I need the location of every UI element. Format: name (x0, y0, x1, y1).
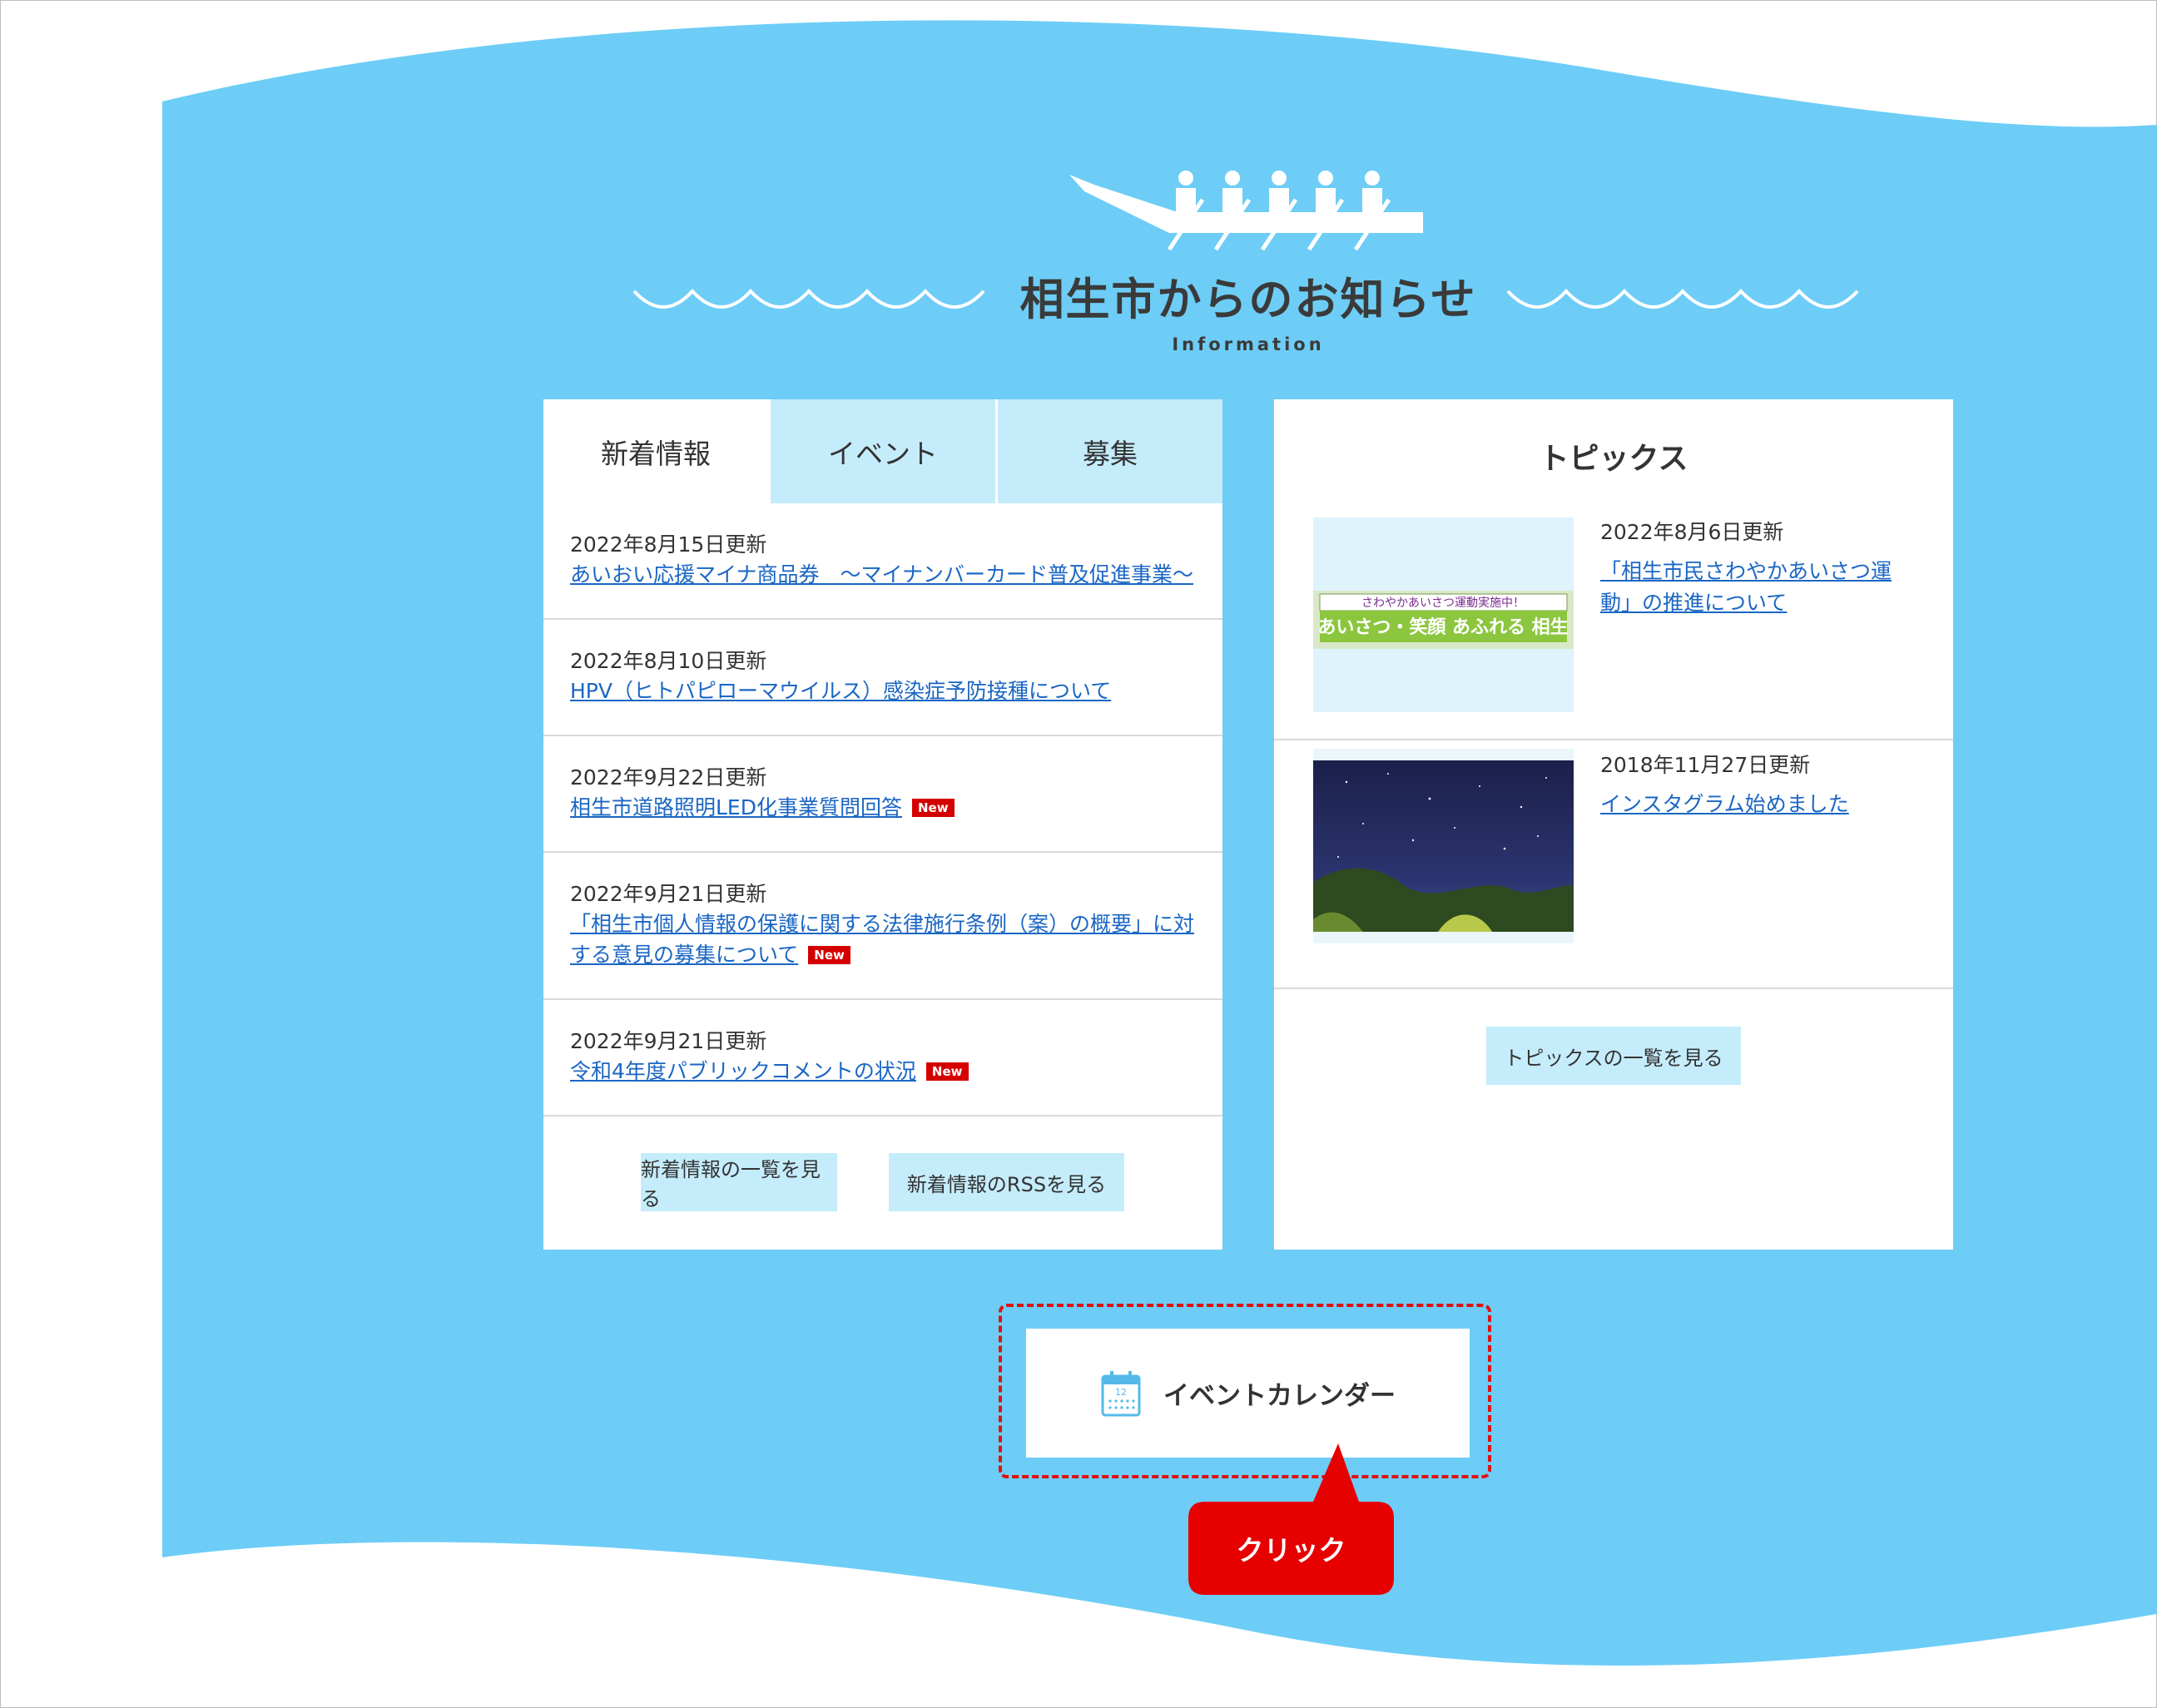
section-subtitle: Information (1172, 334, 1325, 354)
click-callout-label: クリック (1236, 1534, 1346, 1567)
news-list-button[interactable]: 新着情報の一覧を見る (641, 1153, 837, 1211)
news-link[interactable]: 相生市道路照明LED化事業質問回答 New (570, 792, 1202, 823)
news-link[interactable]: 「相生市個人情報の保護に関する法律施行条例（案）の概要」に対する意見の募集につい… (570, 908, 1202, 970)
topics-list-button[interactable]: トピックスの一覧を見る (1486, 1027, 1741, 1085)
new-badge: New (911, 799, 955, 817)
topics-title: トピックス (1539, 442, 1688, 476)
news-link-text[interactable]: あいおい応援マイナ商品券 ～マイナンバーカード普及促進事業～ (570, 562, 1193, 587)
new-badge: New (808, 946, 850, 964)
dragon-boat-icon (1069, 171, 1423, 251)
topic-link[interactable]: 「相生市民さわやかあいさつ運動」の推進について (1600, 556, 1917, 619)
news-item: 2022年9月22日更新 相生市道路照明LED化事業質問回答 New (543, 736, 1222, 853)
news-link-text[interactable]: HPV（ヒトパピローマウイルス）感染症予防接種について (570, 679, 1111, 703)
starry-sky-photo[interactable] (1313, 749, 1574, 943)
topic-item: さわやかあいさつ運動実施中！ あいさつ・笑顔 あふれる 相生 2022年8月6日… (1274, 516, 1953, 740)
news-link[interactable]: 令和4年度パブリックコメントの状況 New (570, 1056, 1202, 1087)
decorative-wave-left (632, 289, 985, 309)
topic-date: 2022年8月6日更新 (1600, 520, 1784, 544)
section-title: 相生市からのお知らせ (1019, 275, 1477, 325)
tab-events[interactable]: イベント (771, 399, 995, 503)
news-date: 2022年9月22日更新 (570, 765, 767, 790)
news-date: 2022年8月10日更新 (570, 649, 767, 673)
news-list: 2022年8月15日更新 あいおい応援マイナ商品券 ～マイナンバーカード普及促進… (543, 503, 1222, 1116)
calendar-icon: 12 (1101, 1370, 1141, 1416)
news-link-text[interactable]: 「相生市個人情報の保護に関する法律施行条例（案）の概要」に対する意見の募集につい… (570, 912, 1194, 967)
news-date: 2022年9月21日更新 (570, 882, 767, 906)
news-tabs: 新着情報 イベント 募集 (543, 399, 1222, 503)
banner-main-text: あいさつ・笑顔 あふれる 相生 (1317, 616, 1568, 638)
topic-link[interactable]: インスタグラム始めました (1600, 789, 1917, 820)
news-rss-button[interactable]: 新着情報のRSSを見る (889, 1153, 1124, 1211)
event-calendar-label: イベントカレンダー (1163, 1381, 1396, 1411)
topics-panel: トピックス さわやかあいさつ運動実施中！ あいさつ・笑顔 あふれる 相生 202… (1274, 399, 1953, 1250)
topic-date: 2018年11月27日更新 (1600, 753, 1811, 777)
banner-top-text: さわやかあいさつ運動実施中！ (1361, 597, 1525, 610)
news-item: 2022年8月10日更新 HPV（ヒトパピローマウイルス）感染症予防接種について (543, 620, 1222, 736)
news-panel: 新着情報 イベント 募集 2022年8月15日更新 あいおい応援マイナ商品券 ～… (543, 399, 1222, 1250)
decorative-wave-right (1506, 289, 1859, 309)
topic-item: 2018年11月27日更新 インスタグラム始めました (1274, 740, 1953, 989)
tab-recruitment[interactable]: 募集 (998, 399, 1222, 503)
news-link-text[interactable]: 令和4年度パブリックコメントの状況 (570, 1059, 916, 1083)
news-item: 2022年9月21日更新 令和4年度パブリックコメントの状況 New (543, 1000, 1222, 1116)
news-item: 2022年9月21日更新 「相生市個人情報の保護に関する法律施行条例（案）の概要… (543, 853, 1222, 1000)
tab-new-info[interactable]: 新着情報 (543, 399, 768, 503)
news-date: 2022年9月21日更新 (570, 1029, 767, 1053)
event-calendar-button[interactable]: 12 イベントカレンダー (1026, 1329, 1470, 1458)
calendar-icon-day: 12 (1115, 1387, 1127, 1398)
new-badge: New (925, 1062, 969, 1081)
news-link-text[interactable]: 相生市道路照明LED化事業質問回答 (570, 795, 902, 819)
news-item: 2022年8月15日更新 あいおい応援マイナ商品券 ～マイナンバーカード普及促進… (543, 503, 1222, 620)
news-link[interactable]: あいおい応援マイナ商品券 ～マイナンバーカード普及促進事業～ (570, 559, 1202, 590)
news-date: 2022年8月15日更新 (570, 532, 767, 557)
greeting-banner-photo[interactable]: さわやかあいさつ運動実施中！ あいさつ・笑顔 あふれる 相生 (1313, 517, 1574, 712)
news-link[interactable]: HPV（ヒトパピローマウイルス）感染症予防接種について (570, 676, 1202, 706)
